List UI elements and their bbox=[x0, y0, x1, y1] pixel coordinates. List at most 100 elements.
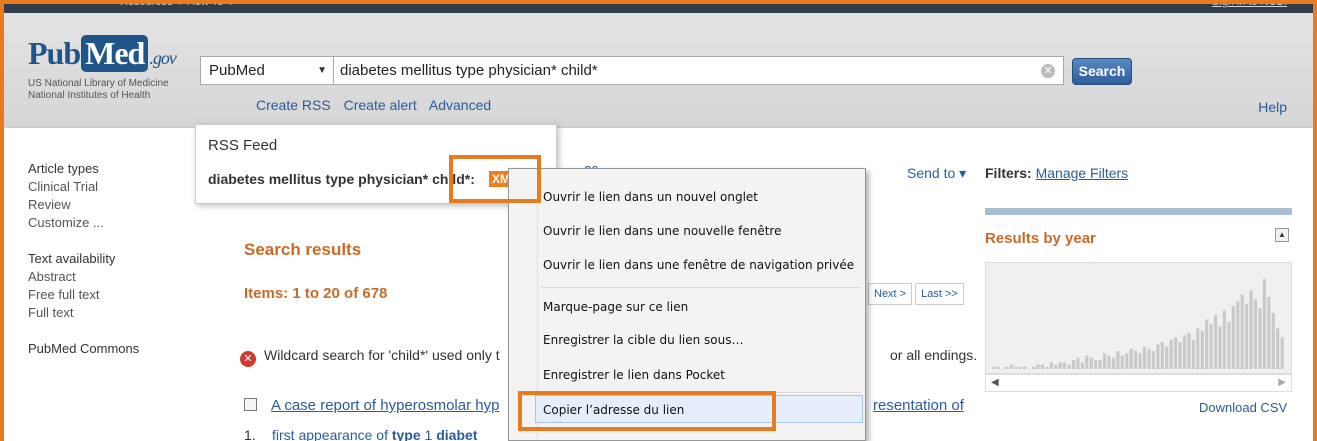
year-bar[interactable] bbox=[1200, 330, 1204, 370]
download-csv-link[interactable]: Download CSV bbox=[1199, 400, 1287, 415]
year-bar[interactable] bbox=[1089, 357, 1093, 370]
resources-menu[interactable]: Resources ⌵ How To ⌵ bbox=[120, 0, 235, 9]
filter-clinical-trial[interactable]: Clinical Trial bbox=[28, 178, 198, 196]
year-bar[interactable] bbox=[1156, 344, 1160, 370]
year-bar[interactable] bbox=[1267, 297, 1271, 369]
menu-bookmark-link[interactable]: Marque-page sur ce lien bbox=[543, 293, 859, 321]
year-bar[interactable] bbox=[1222, 310, 1226, 370]
year-bar[interactable] bbox=[1000, 369, 1005, 370]
year-bar[interactable] bbox=[1178, 342, 1182, 369]
create-alert-link[interactable]: Create alert bbox=[344, 97, 417, 113]
year-bar[interactable] bbox=[1009, 364, 1013, 370]
year-bar[interactable] bbox=[1280, 337, 1284, 370]
chart-scrollbar[interactable]: ◀ ▶ bbox=[985, 374, 1292, 392]
advanced-link[interactable]: Advanced bbox=[429, 97, 491, 113]
filter-customize[interactable]: Customize ... bbox=[28, 214, 198, 232]
create-rss-link[interactable]: Create RSS bbox=[256, 97, 331, 113]
year-bar[interactable] bbox=[1054, 364, 1058, 370]
year-bar[interactable] bbox=[1005, 366, 1009, 370]
year-bar[interactable] bbox=[1116, 351, 1120, 369]
year-bar[interactable] bbox=[1227, 321, 1231, 370]
result-subtitle[interactable]: first appearance of type 1 diabet bbox=[272, 427, 477, 441]
year-bar[interactable] bbox=[1271, 312, 1275, 370]
year-bar[interactable] bbox=[1032, 366, 1036, 370]
filter-full-text[interactable]: Full text bbox=[28, 304, 198, 322]
manage-filters-link[interactable]: Manage Filters bbox=[1036, 165, 1129, 181]
pubmed-logo[interactable]: Pub Med .gov US National Library of Medici… bbox=[28, 35, 198, 102]
result-title-link[interactable]: A case report of hyperosmolar hyp bbox=[271, 397, 499, 414]
year-bar[interactable] bbox=[1209, 324, 1213, 369]
year-bar[interactable] bbox=[1151, 351, 1155, 369]
year-bar[interactable] bbox=[1142, 346, 1147, 370]
search-input[interactable]: diabetes mellitus type physician* child*… bbox=[334, 56, 1064, 85]
search-button[interactable]: Search bbox=[1072, 58, 1132, 85]
send-to-menu[interactable]: Send to ▾ bbox=[907, 165, 966, 182]
filter-review[interactable]: Review bbox=[28, 196, 198, 214]
menu-open-new-window[interactable]: Ouvrir le lien dans une nouvelle fenêtre bbox=[543, 217, 859, 245]
sign-in-link[interactable]: Sign in to NCBI bbox=[1212, 0, 1287, 8]
year-bar[interactable] bbox=[1018, 366, 1022, 370]
year-bar[interactable] bbox=[1182, 335, 1187, 370]
last-page-button[interactable]: Last >> bbox=[915, 283, 964, 305]
year-bar[interactable] bbox=[1107, 355, 1111, 370]
year-bar[interactable] bbox=[1098, 360, 1102, 369]
result-title-link-end[interactable]: resentation of bbox=[873, 397, 964, 414]
filter-free-full-text[interactable]: Free full text bbox=[28, 286, 198, 304]
year-bar[interactable] bbox=[1063, 362, 1067, 370]
year-bar[interactable] bbox=[1138, 353, 1142, 369]
year-bar[interactable] bbox=[1276, 328, 1280, 370]
results-by-year-chart[interactable] bbox=[985, 262, 1292, 374]
year-bar[interactable] bbox=[1076, 357, 1080, 370]
year-bar[interactable] bbox=[1103, 353, 1107, 369]
year-bar[interactable] bbox=[992, 366, 996, 370]
clear-icon[interactable]: ✕ bbox=[1041, 64, 1055, 78]
menu-open-new-tab[interactable]: Ouvrir le lien dans un nouvel onglet bbox=[543, 183, 859, 211]
year-bar[interactable] bbox=[996, 366, 1000, 370]
year-bar[interactable] bbox=[1174, 337, 1178, 370]
menu-open-private-window[interactable]: Ouvrir le lien dans une fenêtre de navig… bbox=[543, 251, 859, 279]
year-bar[interactable] bbox=[1262, 279, 1266, 369]
year-bar[interactable] bbox=[1134, 351, 1138, 369]
year-bar[interactable] bbox=[1040, 364, 1044, 370]
year-bar[interactable] bbox=[1236, 301, 1240, 370]
year-bar[interactable] bbox=[1258, 308, 1262, 369]
year-bar[interactable] bbox=[1080, 362, 1084, 370]
year-bar[interactable] bbox=[1071, 360, 1076, 369]
year-bar[interactable] bbox=[1120, 355, 1124, 370]
year-bar[interactable] bbox=[1249, 290, 1253, 370]
next-page-button[interactable]: Next > bbox=[868, 283, 913, 305]
year-bar[interactable] bbox=[1067, 364, 1071, 370]
year-bar[interactable] bbox=[1027, 369, 1031, 370]
year-bar[interactable] bbox=[1231, 306, 1235, 369]
year-bar[interactable] bbox=[1240, 294, 1244, 370]
year-bar[interactable] bbox=[1214, 315, 1218, 369]
year-bar[interactable] bbox=[1218, 326, 1222, 370]
help-link[interactable]: Help bbox=[1258, 99, 1287, 115]
menu-save-link-as[interactable]: Enregistrer la cible du lien sous… bbox=[543, 326, 859, 354]
year-bar[interactable] bbox=[1129, 348, 1133, 370]
year-bar[interactable] bbox=[1111, 357, 1116, 370]
year-bar[interactable] bbox=[1187, 333, 1191, 369]
year-bar[interactable] bbox=[1160, 342, 1164, 369]
year-bar[interactable] bbox=[1205, 319, 1209, 370]
scroll-left-icon[interactable]: ◀ bbox=[991, 377, 999, 388]
filter-abstract[interactable]: Abstract bbox=[28, 268, 198, 286]
year-bar[interactable] bbox=[1049, 362, 1053, 370]
year-bar[interactable] bbox=[1045, 366, 1049, 370]
year-bar[interactable] bbox=[1058, 362, 1062, 370]
scroll-right-icon[interactable]: ▶ bbox=[1278, 377, 1286, 388]
year-bar[interactable] bbox=[1253, 299, 1258, 370]
year-bar[interactable] bbox=[1125, 353, 1129, 369]
year-bar[interactable] bbox=[1191, 339, 1195, 370]
menu-save-to-pocket[interactable]: Enregistrer le lien dans Pocket bbox=[543, 361, 859, 389]
year-bar[interactable] bbox=[1023, 366, 1027, 370]
year-bar[interactable] bbox=[1245, 303, 1249, 370]
year-bar[interactable] bbox=[1036, 364, 1040, 370]
year-bar[interactable] bbox=[1085, 355, 1089, 370]
year-bar[interactable] bbox=[1014, 366, 1018, 370]
year-bar[interactable] bbox=[1094, 360, 1098, 369]
year-bar[interactable] bbox=[1165, 346, 1169, 370]
year-bar[interactable] bbox=[1147, 348, 1151, 370]
collapse-icon[interactable]: ▲ bbox=[1275, 228, 1289, 242]
result-checkbox[interactable] bbox=[244, 398, 257, 411]
